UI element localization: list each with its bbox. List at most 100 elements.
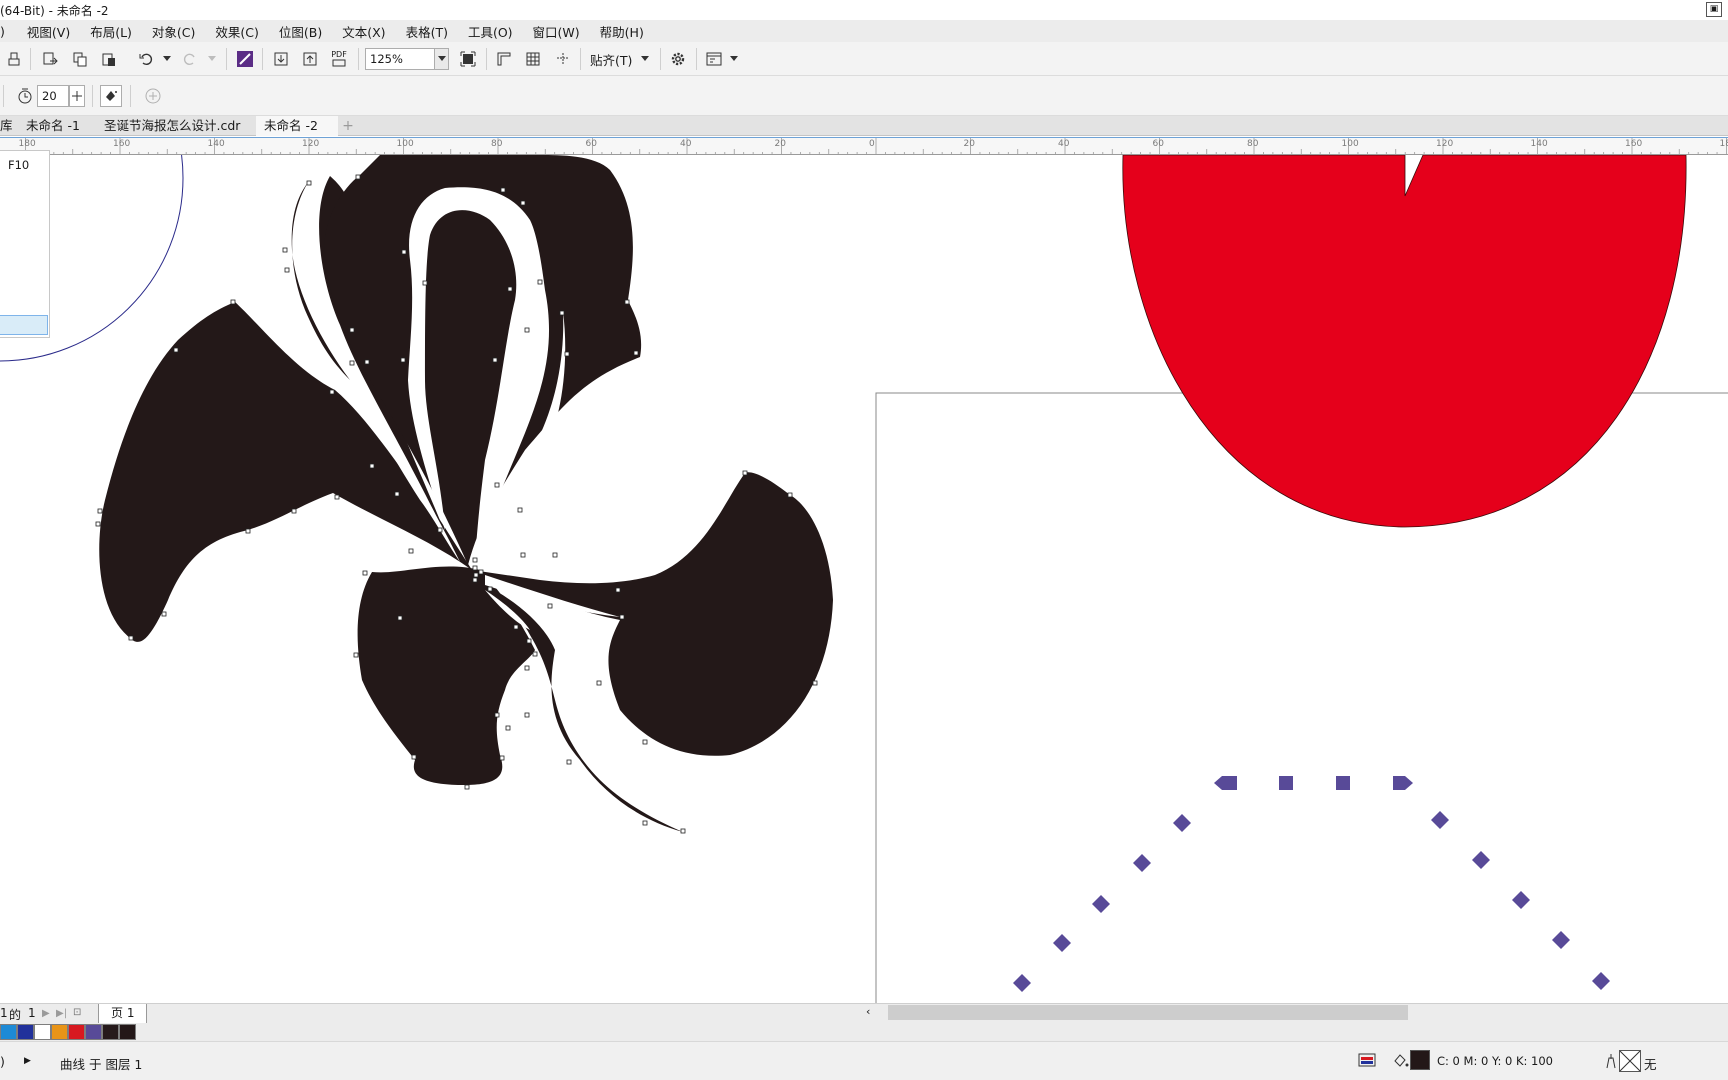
nudge-increment-icon[interactable] <box>69 85 85 107</box>
show-rulers-icon[interactable] <box>494 49 514 69</box>
export-file-icon[interactable] <box>300 49 320 69</box>
full-screen-icon[interactable] <box>458 49 478 69</box>
arc-dot-diamond <box>1173 814 1191 832</box>
arc-dot-diamond <box>1472 851 1490 869</box>
show-grid-icon[interactable] <box>523 49 543 69</box>
ruler-label: 20 <box>774 139 786 149</box>
corel-connect-icon[interactable] <box>235 49 255 69</box>
status-expand-icon[interactable]: ▶ <box>24 1056 31 1066</box>
ruler-label: 40 <box>1058 139 1070 149</box>
arc-dot-square <box>1336 776 1350 790</box>
drawing-canvas[interactable] <box>0 155 1728 1005</box>
property-bar: 20 <box>0 76 1728 116</box>
fill-color-swatch[interactable] <box>1410 1050 1430 1070</box>
tab-untitled-2[interactable]: 未命名 -2 <box>256 116 338 136</box>
application-launcher-icon[interactable] <box>704 49 724 69</box>
separator <box>262 48 263 70</box>
horizontal-ruler: 180 160 140 120 100 80 60 40 20 0 20 40 60 80 100 120 14… <box>0 137 1728 155</box>
ruler-label: 180 <box>18 139 36 149</box>
arc-dot-diamond <box>1053 934 1071 952</box>
fill-bucket-icon[interactable] <box>100 85 122 107</box>
menu-bar: ) 视图(V) 布局(L) 对象(C) 效果(C) 位图(B) 文本(X) 表格… <box>0 20 1728 42</box>
menu-item-effects[interactable]: 效果(C) <box>205 22 268 41</box>
arc-dot-diamond <box>1431 811 1449 829</box>
outline-none-swatch[interactable] <box>1619 1050 1641 1072</box>
add-node-icon[interactable] <box>143 86 163 106</box>
menu-item-tools[interactable]: 工具(O) <box>458 22 523 41</box>
palette-swatch[interactable] <box>85 1024 102 1040</box>
separator <box>92 85 93 107</box>
menu-item-table[interactable]: 表格(T) <box>396 22 458 41</box>
palette-swatch[interactable] <box>0 1024 17 1040</box>
nudge-distance-value: 20 <box>42 89 57 103</box>
redo-dropdown-icon[interactable] <box>205 49 219 69</box>
separator <box>30 48 31 70</box>
nudge-distance-field[interactable]: 20 <box>37 85 69 107</box>
publish-pdf-button[interactable]: PDF <box>328 48 350 70</box>
print-icon[interactable] <box>4 49 24 69</box>
scroll-left-icon[interactable]: ‹ <box>866 1005 876 1021</box>
options-gear-icon[interactable] <box>668 49 688 69</box>
horizontal-scrollbar-thumb[interactable] <box>888 1005 1408 1020</box>
palette-swatch[interactable] <box>17 1024 34 1040</box>
tab-untitled-1[interactable]: 未命名 -1 <box>18 116 88 136</box>
page-tab-1[interactable]: 页 1 <box>98 1004 148 1023</box>
next-page-icon[interactable]: ▶ <box>42 1008 50 1019</box>
undo-icon[interactable] <box>136 49 156 69</box>
copy-icon[interactable] <box>70 49 90 69</box>
black-flower-shape[interactable] <box>99 155 833 832</box>
ruler-label: 20 <box>963 139 975 149</box>
hint-selected-row[interactable] <box>0 315 48 335</box>
ruler-label: 0 <box>869 139 875 149</box>
palette-swatch[interactable] <box>68 1024 85 1040</box>
palette-swatch[interactable] <box>51 1024 68 1040</box>
snap-to-button[interactable]: 贴齐(T) <box>590 49 632 69</box>
snap-dropdown-icon[interactable] <box>638 49 652 69</box>
separator <box>660 48 661 70</box>
launcher-dropdown-icon[interactable] <box>727 49 741 69</box>
fill-indicator-icon <box>1392 1052 1410 1073</box>
ruler-label: 80 <box>1247 139 1259 149</box>
menu-item-layout[interactable]: 布局(L) <box>80 22 142 41</box>
window-restore-icon[interactable]: ▣ <box>1706 2 1722 17</box>
page-navigator: 1 的 1 ▶ ▶| ⊡ 页 1 ‹ <box>0 1003 1728 1023</box>
tab-christmas-poster[interactable]: 圣诞节海报怎么设计.cdr <box>96 116 248 136</box>
document-tabs: 库 未命名 -1 圣诞节海报怎么设计.cdr 未命名 -2 + <box>0 116 1728 136</box>
menu-item-text[interactable]: 文本(X) <box>332 22 395 41</box>
menu-item-help[interactable]: 帮助(H) <box>590 22 654 41</box>
menu-item-bitmaps[interactable]: 位图(B) <box>269 22 332 41</box>
paste-icon[interactable] <box>99 49 119 69</box>
menu-item-object[interactable]: 对象(C) <box>142 22 205 41</box>
color-proof-icon[interactable] <box>1358 1052 1376 1073</box>
arc-dot-end-left <box>1214 776 1237 790</box>
undo-dropdown-icon[interactable] <box>160 49 174 69</box>
snap-to-label: 贴齐(T) <box>590 52 633 68</box>
menu-item-partial[interactable]: ) <box>0 24 17 39</box>
show-guidelines-icon[interactable] <box>553 49 573 69</box>
red-pie-shape[interactable] <box>1122 155 1687 528</box>
palette-swatch[interactable] <box>34 1024 51 1040</box>
arc-dot-diamond <box>1552 931 1570 949</box>
palette-swatch[interactable] <box>119 1024 136 1040</box>
purple-dotted-arc[interactable] <box>1013 776 1610 992</box>
import-icon[interactable] <box>40 49 60 69</box>
zoom-dropdown-icon[interactable] <box>434 49 448 69</box>
standard-toolbar: PDF 125% 贴齐(T) <box>0 42 1728 76</box>
menu-item-view[interactable]: 视图(V) <box>17 22 80 41</box>
page-of-label: 的 <box>9 1008 22 1022</box>
status-left-paren: ) <box>0 1054 5 1069</box>
add-page-icon[interactable]: ⊡ <box>73 1007 81 1018</box>
nudge-clock-icon <box>15 86 35 106</box>
ruler-ticks <box>6 138 1727 155</box>
palette-swatch[interactable] <box>102 1024 119 1040</box>
separator <box>130 85 131 107</box>
window-title: (64-Bit) - 未命名 -2 <box>0 3 109 18</box>
ruler-label: 18 <box>1719 139 1728 149</box>
import-file-icon[interactable] <box>271 49 291 69</box>
color-palette <box>0 1023 1728 1041</box>
redo-icon[interactable] <box>180 49 200 69</box>
menu-item-window[interactable]: 窗口(W) <box>523 22 590 41</box>
last-page-icon[interactable]: ▶| <box>56 1008 67 1019</box>
new-tab-plus-icon[interactable]: + <box>338 116 358 136</box>
outline-pen-icon <box>1604 1052 1618 1073</box>
